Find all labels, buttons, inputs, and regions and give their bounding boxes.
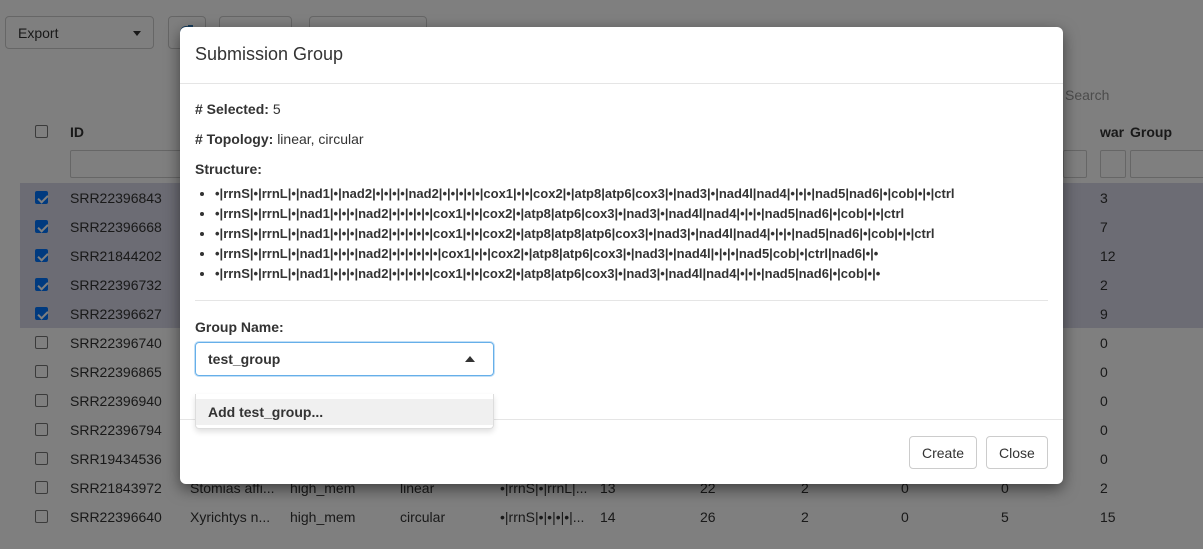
structure-item: •|rrnS|•|rrnL|•|nad1|•|•|•|nad2|•|•|•|•|… <box>215 244 1048 264</box>
submission-group-modal: Submission Group # Selected: 5 # Topolog… <box>180 27 1063 484</box>
structure-item: •|rrnS|•|rrnL|•|nad1|•|•|•|nad2|•|•|•|•|… <box>215 204 1048 224</box>
structure-list: •|rrnS|•|rrnL|•|nad1|•|nad2|•|•|•|•|nad2… <box>195 184 1048 284</box>
selected-count: # Selected: 5 <box>195 101 1048 118</box>
topology-info: # Topology: linear, circular <box>195 131 1048 148</box>
group-name-value: test_group <box>208 351 281 367</box>
selected-value: 5 <box>272 101 281 117</box>
structure-label: Structure: <box>195 161 262 177</box>
structure-item: •|rrnS|•|rrnL|•|nad1|•|•|•|nad2|•|•|•|•|… <box>215 224 1048 244</box>
topology-value: linear, circular <box>277 131 364 147</box>
group-name-label: Group Name: <box>195 319 284 335</box>
structure-item: •|rrnS|•|rrnL|•|nad1|•|nad2|•|•|•|•|nad2… <box>215 184 1048 204</box>
modal-body: # Selected: 5 # Topology: linear, circul… <box>180 84 1063 419</box>
structure-item: •|rrnS|•|rrnL|•|nad1|•|•|•|nad2|•|•|•|•|… <box>215 264 1048 284</box>
modal-header: Submission Group <box>180 27 1063 84</box>
group-name-select[interactable]: test_group <box>195 342 494 376</box>
dropdown-option-add-group[interactable]: Add test_group... <box>196 399 493 425</box>
chevron-up-icon <box>465 356 475 362</box>
group-name-dropdown: Add test_group... <box>195 394 494 429</box>
structure-heading: Structure: <box>195 161 1048 178</box>
close-button[interactable]: Close <box>986 436 1048 469</box>
selected-label: # Selected: <box>195 101 269 117</box>
modal-title: Submission Group <box>195 44 344 64</box>
divider <box>195 300 1048 301</box>
topology-label: # Topology: <box>195 131 274 147</box>
create-button[interactable]: Create <box>909 436 978 469</box>
